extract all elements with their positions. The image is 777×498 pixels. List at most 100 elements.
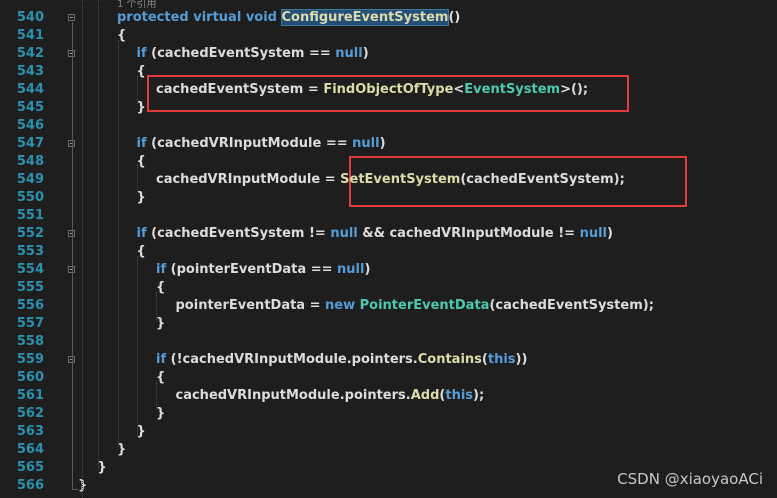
- code-line[interactable]: 553{: [0, 243, 777, 261]
- code-token: protected virtual void: [117, 10, 282, 25]
- code-text: {: [156, 279, 165, 297]
- line-number: 560: [16, 370, 44, 385]
- line-number: 545: [16, 100, 44, 115]
- code-line[interactable]: 558: [0, 333, 777, 351]
- code-token: Add: [410, 388, 440, 403]
- code-line[interactable]: 562}: [0, 405, 777, 423]
- code-token: );: [473, 388, 485, 403]
- code-line[interactable]: 543{: [0, 63, 777, 81]
- line-number: 557: [16, 316, 44, 331]
- code-token: }: [156, 316, 166, 331]
- code-text: }: [156, 405, 165, 423]
- line-number: 553: [16, 244, 44, 259]
- code-line[interactable]: 551: [0, 207, 777, 225]
- code-text: {: [156, 369, 165, 387]
- code-line[interactable]: 542 if (cachedEventSystem == null): [0, 45, 777, 63]
- line-number: 554: [16, 262, 44, 277]
- code-token: pointerEventData =: [175, 298, 326, 313]
- code-text: if (cachedVRInputModule == null): [137, 135, 386, 153]
- code-token: null: [352, 136, 380, 151]
- line-number: 561: [16, 388, 44, 403]
- code-line[interactable]: 552 if (cachedEventSystem != null && cach…: [0, 225, 777, 243]
- code-line[interactable]: 566}: [0, 477, 777, 495]
- line-number: 543: [16, 64, 44, 79]
- code-token: if: [136, 136, 147, 151]
- code-text: cachedEventSystem = FindObjectOfType<Eve…: [156, 81, 588, 99]
- code-line[interactable]: 548{: [0, 153, 777, 171]
- code-token: this: [487, 352, 516, 367]
- code-line[interactable]: 554 if (pointerEventData == null): [0, 261, 777, 279]
- code-token: ConfigureEventSystem: [280, 9, 450, 26]
- code-token: <: [453, 82, 465, 97]
- code-text: if (cachedEventSystem != null && cachedV…: [137, 225, 613, 243]
- code-token: cachedVRInputModule =: [156, 172, 341, 187]
- line-number: 558: [16, 334, 44, 349]
- indent-guide: [98, 0, 99, 470]
- fold-region-end: [72, 489, 78, 490]
- code-line[interactable]: 560 {: [0, 369, 777, 387]
- fold-region-line: [72, 22, 73, 490]
- line-number: 550: [16, 190, 44, 205]
- indent-guide: [156, 382, 157, 410]
- code-text: cachedVRInputModule.pointers.Add(this);: [176, 387, 485, 405]
- code-token: {: [156, 280, 166, 295]
- code-token: ): [606, 226, 613, 241]
- code-line[interactable]: 565}: [0, 459, 777, 477]
- code-line[interactable]: 557}: [0, 315, 777, 333]
- code-token: (cachedEventSystem !=: [146, 226, 331, 241]
- code-token: (cachedEventSystem);: [489, 298, 654, 313]
- fold-toggle-icon[interactable]: [68, 14, 75, 21]
- code-line[interactable]: 546: [0, 117, 777, 135]
- code-line[interactable]: 550}: [0, 189, 777, 207]
- code-token: ): [379, 136, 386, 151]
- line-number: 548: [16, 154, 44, 169]
- code-line[interactable]: 555 {: [0, 279, 777, 297]
- code-token: FindObjectOfType: [323, 82, 454, 97]
- code-token: null: [330, 226, 358, 241]
- line-number: 549: [16, 172, 44, 187]
- code-line[interactable]: 549 cachedVRInputModule = SetEventSystem(…: [0, 171, 777, 189]
- line-number: 563: [16, 424, 44, 439]
- code-line[interactable]: 540 protected virtual void ConfigureEvent…: [0, 9, 777, 27]
- code-line[interactable]: 559 if (!cachedVRInputModule.pointers.Con…: [0, 351, 777, 369]
- code-token: new: [325, 298, 360, 313]
- code-text: if (pointerEventData == null): [156, 261, 370, 279]
- indent-guide: [137, 256, 138, 436]
- code-line[interactable]: 545}: [0, 99, 777, 117]
- code-token: EventSystem: [464, 82, 561, 97]
- line-number: 556: [16, 298, 44, 313]
- code-text: }: [156, 315, 165, 333]
- code-line[interactable]: 561 cachedVRInputModule.pointers.Add(this…: [0, 387, 777, 405]
- code-token: null: [337, 262, 365, 277]
- code-line[interactable]: 564}: [0, 441, 777, 459]
- indent-guide: [118, 40, 119, 446]
- line-number: 552: [16, 226, 44, 241]
- line-number: 540: [16, 10, 44, 25]
- code-line[interactable]: 556 pointerEventData = new PointerEventDa…: [0, 297, 777, 315]
- code-text: if (!cachedVRInputModule.pointers.Contai…: [156, 351, 527, 369]
- code-token: {: [156, 370, 166, 385]
- indent-guide: [137, 164, 138, 192]
- code-line[interactable]: 544 cachedEventSystem = FindObjectOfType<…: [0, 81, 777, 99]
- code-token: (cachedEventSystem);: [460, 172, 625, 187]
- line-number: 541: [16, 28, 44, 43]
- code-token: (!cachedVRInputModule.pointers.: [166, 352, 418, 367]
- code-token: if: [156, 352, 167, 367]
- code-line[interactable]: 547 if (cachedVRInputModule == null): [0, 135, 777, 153]
- indent-guide: [82, 0, 83, 498]
- code-token: if: [136, 46, 147, 61]
- line-number: 544: [16, 82, 44, 97]
- indent-guide: [156, 292, 157, 320]
- code-editor[interactable]: 1 个引用 CSDN @xiaoyaoACi 540 protected virt…: [0, 0, 777, 498]
- code-token: SetEventSystem: [340, 172, 461, 187]
- line-number: 547: [16, 136, 44, 151]
- code-line[interactable]: 563}: [0, 423, 777, 441]
- code-token: (cachedVRInputModule ==: [146, 136, 353, 151]
- line-number: 542: [16, 46, 44, 61]
- code-line[interactable]: 541{: [0, 27, 777, 45]
- line-number: 559: [16, 352, 44, 367]
- line-number: 564: [16, 442, 44, 457]
- code-text: if (cachedEventSystem == null): [137, 45, 369, 63]
- code-token: PointerEventData: [359, 298, 490, 313]
- code-text: pointerEventData = new PointerEventData(…: [176, 297, 654, 315]
